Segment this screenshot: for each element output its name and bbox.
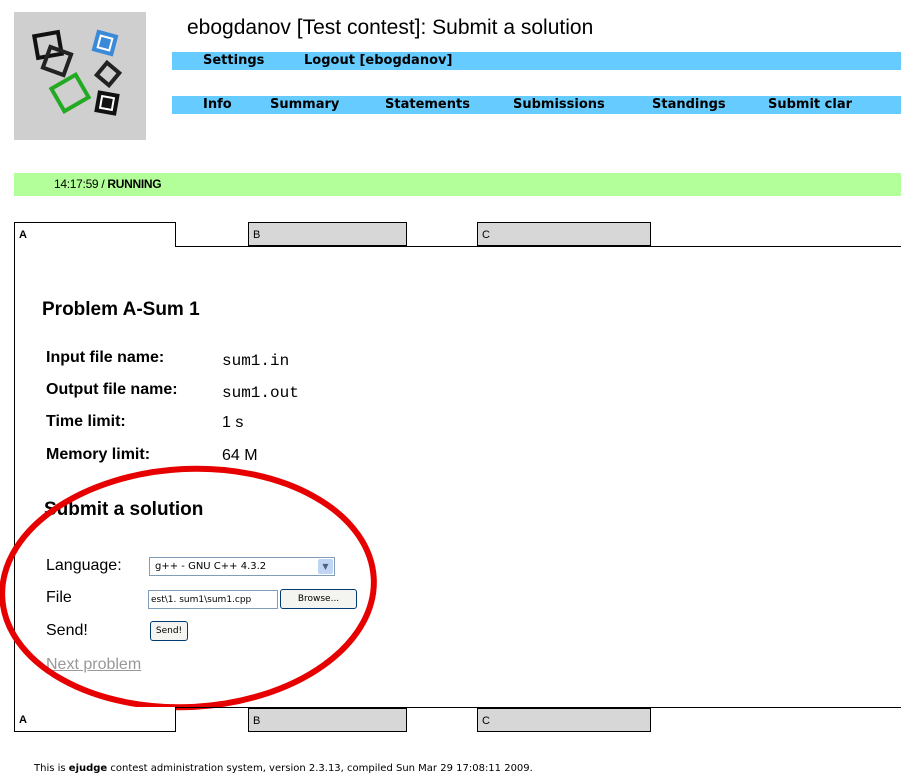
contest-status-bar: 14:17:59 / RUNNING bbox=[14, 173, 901, 196]
menu-info-link[interactable]: Info bbox=[203, 97, 232, 112]
bottom-tab-problem-c[interactable]: C bbox=[477, 708, 651, 732]
annotation-oval bbox=[0, 465, 377, 711]
server-time: 14:17:59 bbox=[54, 177, 99, 191]
menu-standings-link[interactable]: Standings bbox=[652, 97, 726, 112]
ejudge-logo bbox=[14, 12, 146, 140]
logout-link[interactable]: Logout [ebogdanov] bbox=[304, 53, 452, 68]
footer-text: This is ejudge contest administration sy… bbox=[34, 763, 533, 774]
menu-statements-link[interactable]: Statements bbox=[385, 97, 470, 112]
contest-state: RUNNING bbox=[107, 177, 162, 191]
page-title: ebogdanov [Test contest]: Submit a solut… bbox=[187, 16, 594, 39]
menu-summary-link[interactable]: Summary bbox=[270, 97, 339, 112]
time-limit-label: Time limit: bbox=[46, 413, 126, 430]
problem-heading: Problem A-Sum 1 bbox=[42, 299, 200, 320]
main-menu-bar: Info Summary Statements Submissions Stan… bbox=[172, 96, 901, 114]
tab-problem-b[interactable]: B bbox=[248, 222, 407, 246]
bottom-tab-problem-b[interactable]: B bbox=[248, 708, 407, 732]
input-file-value: sum1.in bbox=[222, 352, 290, 370]
settings-link[interactable]: Settings bbox=[203, 53, 264, 68]
output-file-value: sum1.out bbox=[222, 384, 299, 402]
bottom-tab-problem-a[interactable]: A bbox=[14, 707, 176, 732]
output-file-label: Output file name: bbox=[46, 381, 178, 398]
time-limit-value: 1 s bbox=[222, 414, 244, 431]
tab-problem-c[interactable]: C bbox=[477, 222, 651, 246]
menu-submissions-link[interactable]: Submissions bbox=[513, 97, 605, 112]
ejudge-link[interactable]: ejudge bbox=[69, 763, 107, 774]
input-file-label: Input file name: bbox=[46, 349, 165, 366]
account-menu-bar: Settings Logout [ebogdanov] bbox=[172, 52, 901, 70]
tab-problem-a[interactable]: A bbox=[14, 222, 176, 247]
status-text: 14:17:59 / RUNNING bbox=[54, 177, 162, 191]
menu-submit-clar-link[interactable]: Submit clar bbox=[768, 97, 852, 112]
